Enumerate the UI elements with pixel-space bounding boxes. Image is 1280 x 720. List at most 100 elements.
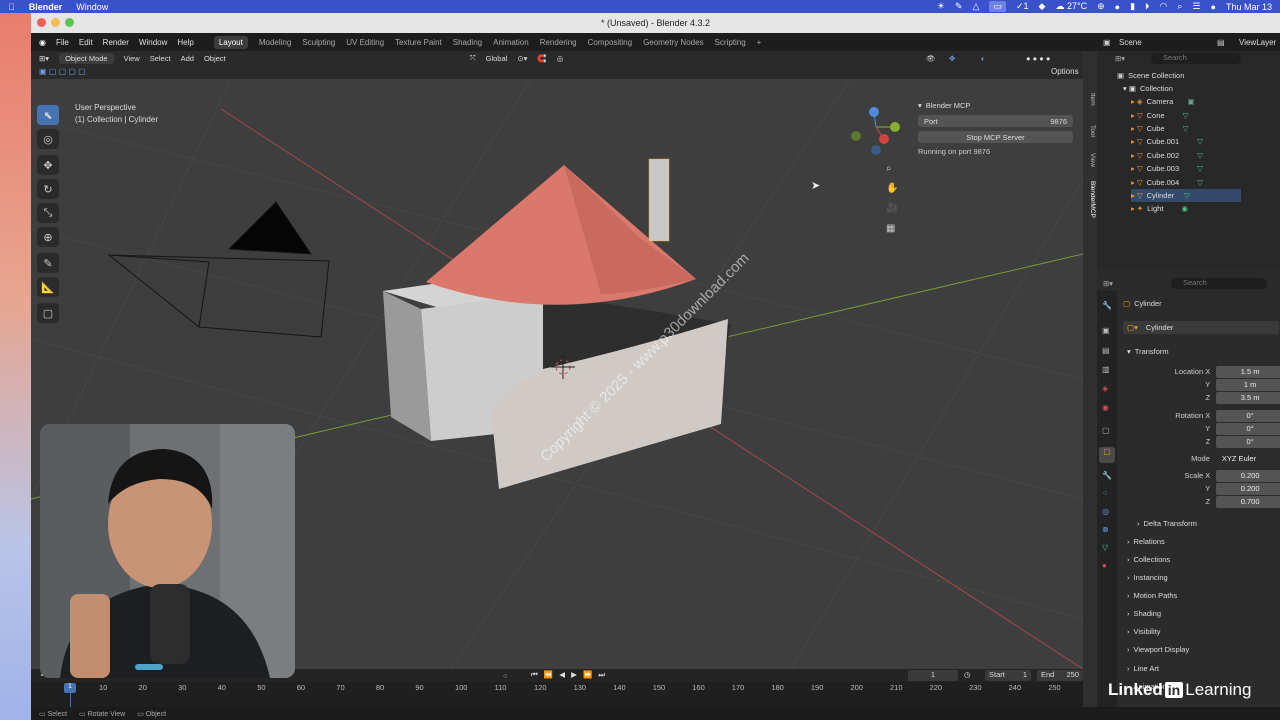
tab-shading[interactable]: Shading xyxy=(453,38,482,47)
outliner-item-cylinder[interactable]: ▸ ▽ Cylinder ▽ xyxy=(1131,189,1241,202)
weather[interactable]: ☁ 27°C xyxy=(1055,1,1087,12)
data-tab-icon[interactable]: ▽ xyxy=(1102,543,1108,552)
mac-app-menu[interactable]: Blender xyxy=(29,2,63,12)
transform-section-header[interactable]: ▾ Transform xyxy=(1127,344,1169,358)
menu-view[interactable]: View xyxy=(124,54,140,63)
location-z-row[interactable]: Z 3.5 m xyxy=(1159,391,1280,404)
apple-icon[interactable]:  xyxy=(8,2,15,12)
outliner-item-cube-001[interactable]: ▸ ▽ Cube.001 ▽ xyxy=(1131,135,1203,148)
constraints-tab-icon[interactable]: ⊗ xyxy=(1102,525,1109,534)
object-name-field[interactable]: ▢▾ Cylinder xyxy=(1123,321,1279,334)
dropbox-icon[interactable]: ◆ xyxy=(1039,1,1046,12)
scale-x-row[interactable]: Scale X 0.200 xyxy=(1159,469,1280,482)
rotation-y-field[interactable]: 0° xyxy=(1216,422,1280,435)
delta-transform-section[interactable]: › Delta Transform xyxy=(1137,516,1197,530)
object-tab-icon[interactable]: ▢ xyxy=(1099,447,1115,463)
menu-select[interactable]: Select xyxy=(150,54,171,63)
clock[interactable]: Thu Mar 13 xyxy=(1226,2,1272,12)
outliner-search-input[interactable]: Search xyxy=(1151,53,1241,64)
minimize-icon[interactable] xyxy=(51,18,60,27)
menu-window[interactable]: Window xyxy=(139,38,167,47)
properties-search-input[interactable]: Search xyxy=(1171,278,1267,289)
tab-modeling[interactable]: Modeling xyxy=(259,38,291,47)
tab-layout[interactable]: Layout xyxy=(213,35,248,49)
modifier-tab-icon[interactable]: 🔧 xyxy=(1102,471,1112,480)
tab-texture-paint[interactable]: Texture Paint xyxy=(395,38,442,47)
menu-add[interactable]: Add xyxy=(181,54,194,63)
ortho-grid-icon[interactable]: ▦ xyxy=(886,223,895,234)
gizmo-icon[interactable]: ✥ xyxy=(949,54,955,63)
rotation-z-row[interactable]: Z 0° xyxy=(1159,435,1280,448)
outliner-item-cube-003[interactable]: ▸ ▽ Cube.003 ▽ xyxy=(1131,162,1203,175)
menu-edit[interactable]: Edit xyxy=(79,38,93,47)
properties-editor-icon[interactable]: ⊞▾ xyxy=(1103,279,1113,288)
location-z-field[interactable]: 3.5 m xyxy=(1216,391,1280,404)
scale-y-row[interactable]: Y 0.200 xyxy=(1159,482,1280,495)
rotation-mode-row[interactable]: Mode XYZ Euler xyxy=(1159,452,1280,465)
clock-icon[interactable]: ◷ xyxy=(964,670,971,679)
port-field[interactable]: Port 9876 xyxy=(918,115,1073,127)
location-x-field[interactable]: 1.5 m xyxy=(1216,365,1280,378)
pivot-icon[interactable]: ⊙▾ xyxy=(517,54,527,63)
tab-rendering[interactable]: Rendering xyxy=(540,38,577,47)
outliner-item-cube[interactable]: ▸ ▽ Cube ▽ xyxy=(1131,122,1188,135)
battery-icon[interactable]: ▮ xyxy=(1130,1,1135,12)
tab-animation[interactable]: Animation xyxy=(493,38,529,47)
world-tab-icon[interactable]: ◉ xyxy=(1102,403,1109,412)
snap-icon[interactable]: 🧲 xyxy=(537,54,546,63)
annotate-tool-icon[interactable]: ✎ xyxy=(37,253,59,273)
start-frame-field[interactable]: Start 1 xyxy=(985,670,1031,681)
playhead[interactable]: 1 xyxy=(64,683,76,693)
menu-object[interactable]: Object xyxy=(204,54,226,63)
tab-sculpting[interactable]: Sculpting xyxy=(302,38,335,47)
timeline[interactable]: 10 20 30 40 50 60 70 80 90 100 110 120 130 140 150 160 1… xyxy=(31,682,1083,707)
scene-icon[interactable]: ▣ xyxy=(1103,38,1111,47)
check-icon[interactable]: ✓1 xyxy=(1016,1,1029,12)
select-box-icon[interactable]: ▣ ▢ ▢ ▢ ▢ xyxy=(39,67,86,76)
outliner-filter-icon[interactable]: ⊞▾ xyxy=(1115,54,1125,63)
scale-x-field[interactable]: 0.200 xyxy=(1216,469,1280,482)
tab-blendermcp[interactable]: BlenderMCP xyxy=(1086,181,1096,231)
outliner-item-camera[interactable]: ▸ ◈ Camera ▣ xyxy=(1131,95,1194,108)
viewport-display-section[interactable]: › Viewport Display xyxy=(1127,642,1189,656)
tab-view[interactable]: View xyxy=(1086,153,1096,179)
tab-tool[interactable]: Tool xyxy=(1086,125,1096,151)
maximize-icon[interactable] xyxy=(65,18,74,27)
menu-help[interactable]: Help xyxy=(177,38,193,47)
scene-tab-icon[interactable]: ◈ xyxy=(1102,384,1108,393)
tab-geometry-nodes[interactable]: Geometry Nodes xyxy=(643,38,703,47)
options-button[interactable]: Options xyxy=(1051,67,1079,76)
scene-collection-row[interactable]: ▣ Scene Collection xyxy=(1117,69,1184,82)
pan-hand-icon[interactable]: ✋ xyxy=(886,183,898,194)
scale-z-field[interactable]: 0.700 xyxy=(1216,495,1280,508)
scene-selector[interactable]: Scene xyxy=(1119,38,1142,47)
rotate-tool-icon[interactable]: ↻ xyxy=(37,179,59,199)
location-y-field[interactable]: 1 m xyxy=(1216,378,1280,391)
orientation-selector[interactable]: Global xyxy=(486,54,508,63)
scale-tool-icon[interactable]: ⤡ xyxy=(37,203,59,223)
search-icon[interactable]: ⌕ xyxy=(1177,1,1182,12)
render-tab-icon[interactable]: ▣ xyxy=(1102,326,1110,335)
collection-tab-icon[interactable]: ▢ xyxy=(1102,426,1110,435)
rotation-z-field[interactable]: 0° xyxy=(1216,435,1280,448)
physics-tab-icon[interactable]: ◎ xyxy=(1102,507,1109,516)
scale-y-field[interactable]: 0.200 xyxy=(1216,482,1280,495)
cursor-tool-icon[interactable]: ◎ xyxy=(37,129,59,149)
transform-tool-icon[interactable]: ⊕ xyxy=(37,227,59,247)
end-frame-field[interactable]: End 250 xyxy=(1037,670,1083,681)
control-center-icon[interactable]: ☰ xyxy=(1192,1,1200,12)
editor-type-icon[interactable]: ⊞▾ xyxy=(39,54,49,63)
proportional-edit-icon[interactable]: ◎ xyxy=(557,54,564,63)
shading-section[interactable]: › Shading xyxy=(1127,606,1161,620)
relations-section[interactable]: › Relations xyxy=(1127,534,1165,548)
mac-window-menu[interactable]: Window xyxy=(76,2,108,12)
tab-item[interactable]: Item xyxy=(1086,93,1096,123)
play-icon[interactable]: ⏵ xyxy=(1145,1,1150,12)
tab-uv-editing[interactable]: UV Editing xyxy=(346,38,384,47)
move-tool-icon[interactable]: ✥ xyxy=(37,155,59,175)
screen-icon[interactable]: ▭ xyxy=(989,1,1006,12)
cursor-icon[interactable]: ⊕ xyxy=(1097,1,1105,12)
transform-orientation-icon[interactable]: ⤧ xyxy=(470,53,476,63)
menu-render[interactable]: Render xyxy=(103,38,129,47)
zoom-icon[interactable]: ⌕ xyxy=(886,163,892,174)
